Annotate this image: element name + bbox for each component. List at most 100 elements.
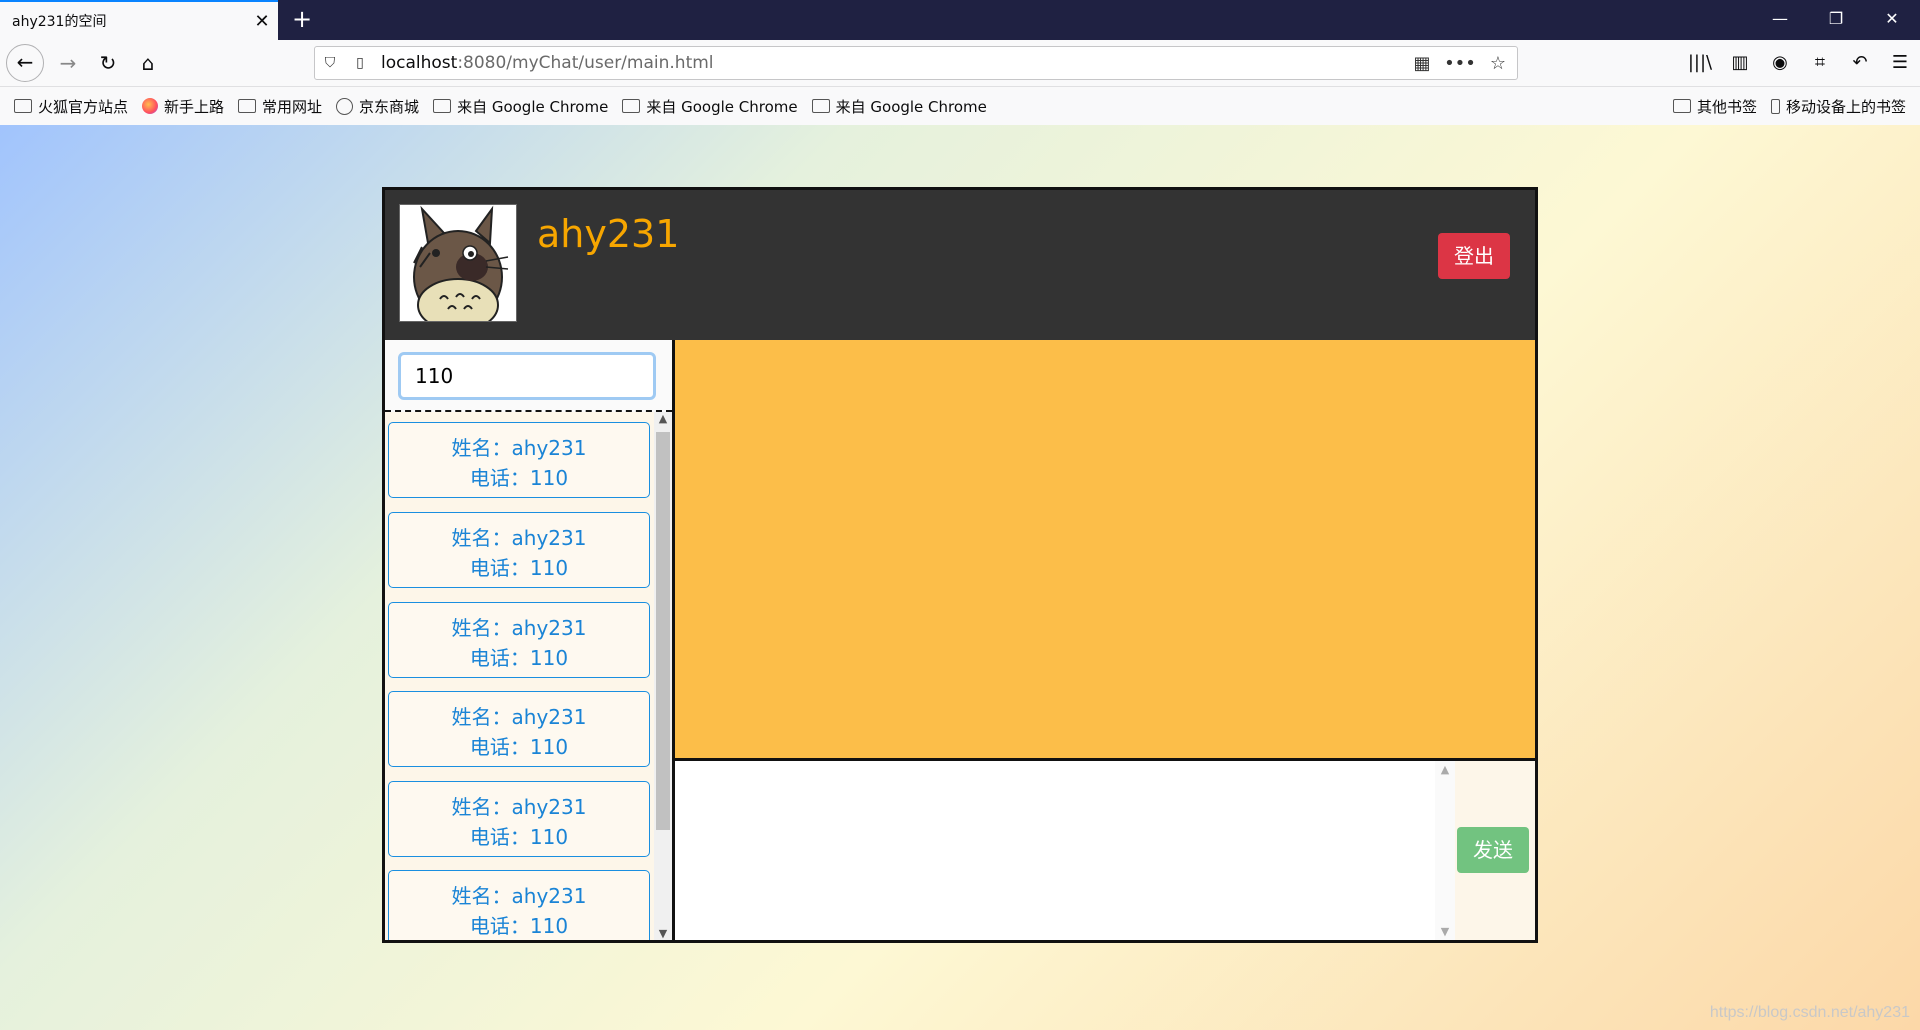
shield-icon[interactable]: ⛉ — [315, 55, 345, 71]
library-icon[interactable]: |||\ — [1680, 47, 1720, 79]
folder-icon — [14, 99, 32, 113]
bookmark-label: 火狐官方站点 — [38, 97, 129, 116]
close-window-button[interactable]: ✕ — [1864, 0, 1920, 40]
chat-messages-area — [672, 340, 1535, 761]
contact-phone: 电话：110 — [469, 466, 569, 490]
toolbar-right: |||\ ▥ ◉ ⌗ ↶ ☰ — [1680, 47, 1920, 79]
message-input-area: ▲ ▼ 发送 — [672, 761, 1535, 940]
search-area: 110 — [385, 340, 672, 412]
contact-name: 姓名：ahy231 — [451, 705, 587, 729]
url-text[interactable]: localhost:8080/myChat/user/main.html — [381, 53, 1403, 73]
bookmark-item[interactable]: 来自 Google Chrome — [433, 96, 608, 117]
watermark: https://blog.csdn.net/ahy231 — [1709, 1004, 1910, 1021]
firefox-icon — [142, 98, 159, 114]
folder-icon — [238, 99, 257, 113]
contact-name: 姓名：ahy231 — [451, 884, 587, 908]
qr-code-icon[interactable]: ▦ — [1403, 53, 1441, 74]
contact-phone: 电话：110 — [469, 914, 569, 938]
contact-phone: 电话：110 — [469, 735, 569, 759]
bookmark-item[interactable]: 常用网址 — [238, 96, 322, 117]
scroll-thumb[interactable] — [656, 432, 670, 830]
window-controls: — ❐ ✕ — [1752, 0, 1920, 40]
folder-icon — [1672, 99, 1691, 113]
bookmark-item[interactable]: 新手上路 — [142, 96, 224, 117]
bookmarks-bar: 火狐官方站点 新手上路 常用网址 京东商城 来自 Google Chrome 来… — [0, 87, 1920, 126]
chat-app: ahy231 登出 110 姓名：ahy231 电话：110 姓名：ahy231… — [382, 187, 1538, 943]
globe-icon — [336, 97, 354, 115]
more-actions-icon[interactable]: ••• — [1441, 53, 1479, 74]
bookmarks-right: 其他书签 移动设备上的书签 — [1659, 96, 1906, 117]
contact-phone: 电话：110 — [469, 646, 569, 670]
logout-button[interactable]: 登出 — [1438, 233, 1510, 279]
account-icon[interactable]: ◉ — [1760, 47, 1800, 79]
undo-icon[interactable]: ↶ — [1840, 47, 1880, 79]
contact-list[interactable]: 姓名：ahy231 电话：110 姓名：ahy231 电话：110 姓名：ahy… — [385, 412, 672, 940]
screenshot-icon[interactable]: ⌗ — [1800, 47, 1840, 79]
restore-button[interactable]: ❐ — [1808, 0, 1864, 40]
message-scrollbar[interactable]: ▲ ▼ — [1435, 761, 1455, 940]
contact-card[interactable]: 姓名：ahy231 电话：110 — [388, 870, 650, 940]
page-info-icon[interactable]: ▯ — [345, 55, 375, 71]
bookmark-label: 常用网址 — [262, 97, 323, 116]
totoro-avatar-icon — [400, 205, 516, 321]
message-textarea[interactable] — [675, 761, 1435, 940]
page-background: ahy231 登出 110 姓名：ahy231 电话：110 姓名：ahy231… — [0, 125, 1920, 1030]
contact-card[interactable]: 姓名：ahy231 电话：110 — [388, 691, 650, 767]
close-tab-icon[interactable]: ✕ — [246, 11, 278, 32]
scroll-down-icon[interactable]: ▼ — [1435, 925, 1455, 938]
avatar — [399, 204, 517, 322]
search-input[interactable]: 110 — [398, 352, 656, 400]
contact-card[interactable]: 姓名：ahy231 电话：110 — [388, 602, 650, 678]
url-actions: ▦ ••• ☆ — [1403, 53, 1517, 74]
scroll-down-icon[interactable]: ▼ — [654, 927, 672, 940]
mobile-icon — [1770, 98, 1780, 114]
sidebar-icon[interactable]: ▥ — [1720, 47, 1760, 79]
folder-icon — [433, 99, 452, 113]
bookmark-item[interactable]: 来自 Google Chrome — [811, 96, 987, 117]
bookmark-label: 京东商城 — [359, 97, 420, 116]
bookmark-item-mobile[interactable]: 移动设备上的书签 — [1770, 96, 1906, 117]
bookmark-label: 其他书签 — [1696, 97, 1757, 116]
contact-phone: 电话：110 — [469, 556, 569, 580]
bookmark-label: 新手上路 — [164, 97, 225, 116]
contact-name: 姓名：ahy231 — [451, 616, 587, 640]
send-button[interactable]: 发送 — [1457, 827, 1529, 873]
contact-phone: 电话：110 — [469, 825, 569, 849]
contact-name: 姓名：ahy231 — [451, 436, 587, 460]
bookmark-item-other[interactable]: 其他书签 — [1672, 96, 1757, 117]
contact-card[interactable]: 姓名：ahy231 电话：110 — [388, 512, 650, 588]
folder-icon — [811, 99, 830, 113]
contact-name: 姓名：ahy231 — [451, 795, 587, 819]
menu-icon[interactable]: ☰ — [1880, 47, 1920, 79]
navigation-bar: ← → ↻ ⌂ ⛉ ▯ localhost:8080/myChat/user/m… — [0, 40, 1920, 87]
bookmark-label: 来自 Google Chrome — [646, 97, 798, 116]
bookmark-label: 来自 Google Chrome — [835, 97, 987, 116]
url-path: :8080/myChat/user/main.html — [457, 53, 714, 73]
browser-tab[interactable]: ahy231的空间 ✕ — [0, 0, 278, 40]
contact-sidebar: 110 姓名：ahy231 电话：110 姓名：ahy231 电话：110 姓名… — [385, 340, 672, 940]
contact-card[interactable]: 姓名：ahy231 电话：110 — [388, 422, 650, 498]
folder-icon — [622, 99, 641, 113]
forward-arrow-icon[interactable]: → — [52, 47, 84, 79]
home-icon[interactable]: ⌂ — [132, 47, 164, 79]
contact-name: 姓名：ahy231 — [451, 526, 587, 550]
app-header: ahy231 登出 — [385, 190, 1535, 340]
reload-icon[interactable]: ↻ — [92, 47, 124, 79]
url-host: localhost — [381, 53, 458, 73]
contact-card[interactable]: 姓名：ahy231 电话：110 — [388, 781, 650, 857]
bookmark-star-icon[interactable]: ☆ — [1479, 53, 1517, 74]
scroll-up-icon[interactable]: ▲ — [1435, 763, 1455, 776]
minimize-button[interactable]: — — [1752, 0, 1808, 40]
scroll-up-icon[interactable]: ▲ — [654, 412, 672, 425]
bookmark-item[interactable]: 京东商城 — [336, 96, 419, 117]
tab-title: ahy231的空间 — [12, 14, 107, 30]
bookmark-item[interactable]: 来自 Google Chrome — [622, 96, 798, 117]
bookmark-item[interactable]: 火狐官方站点 — [14, 96, 128, 117]
back-arrow-icon[interactable]: ← — [6, 44, 44, 82]
new-tab-button[interactable]: + — [288, 6, 316, 34]
contact-scrollbar[interactable]: ▲ ▼ — [654, 412, 672, 940]
address-bar[interactable]: ⛉ ▯ localhost:8080/myChat/user/main.html… — [314, 46, 1518, 80]
username: ahy231 — [537, 212, 680, 256]
tab-bar: ahy231的空间 ✕ + — ❐ ✕ — [0, 0, 1920, 40]
bookmark-label: 来自 Google Chrome — [457, 97, 609, 116]
